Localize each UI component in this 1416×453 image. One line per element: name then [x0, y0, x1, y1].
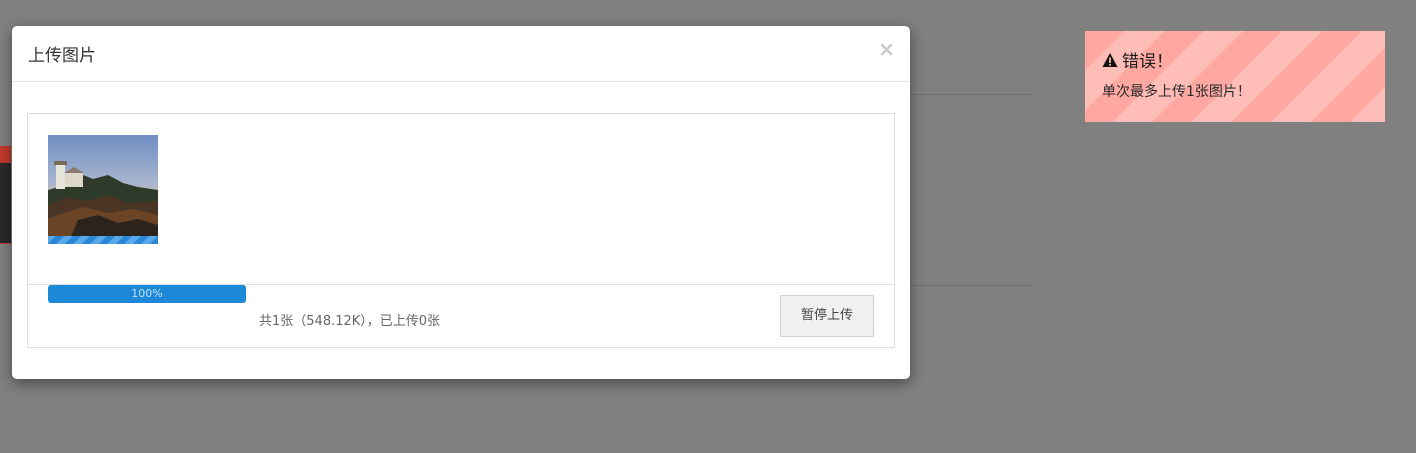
file-queue: [28, 114, 894, 285]
background-divider: [910, 285, 1032, 286]
notification-title: 错误！: [1102, 47, 1173, 72]
upload-summary: 共1张（548.12K），已上传0张: [259, 314, 441, 329]
pause-upload-button[interactable]: 暂停上传: [780, 295, 874, 337]
uploader-panel: 100% 共1张（548.12K），已上传0张 暂停上传: [27, 113, 895, 348]
modal-header: 上传图片 ×: [12, 26, 910, 82]
upload-modal: 上传图片 × 100% 共1张（548.12K），已上传0张 暂停上传: [12, 26, 910, 379]
thumbnail-progress: [48, 236, 158, 244]
modal-title: 上传图片: [28, 46, 96, 66]
file-thumbnail[interactable]: [48, 135, 158, 244]
background-divider: [910, 94, 1032, 95]
error-notification[interactable]: 错误！ 单次最多上传1张图片！: [1085, 31, 1385, 122]
warning-icon: [1102, 52, 1118, 67]
notification-title-text: 错误！: [1122, 52, 1173, 72]
total-progress-bar: 100%: [48, 285, 246, 303]
close-icon[interactable]: ×: [878, 38, 895, 60]
progress-label: 100%: [131, 287, 163, 300]
lighthouse-photo: [48, 135, 158, 244]
upload-statusbar: 100% 共1张（548.12K），已上传0张 暂停上传: [28, 285, 894, 347]
background-image-fragment: [0, 163, 11, 243]
notification-message: 单次最多上传1张图片！: [1102, 84, 1251, 100]
